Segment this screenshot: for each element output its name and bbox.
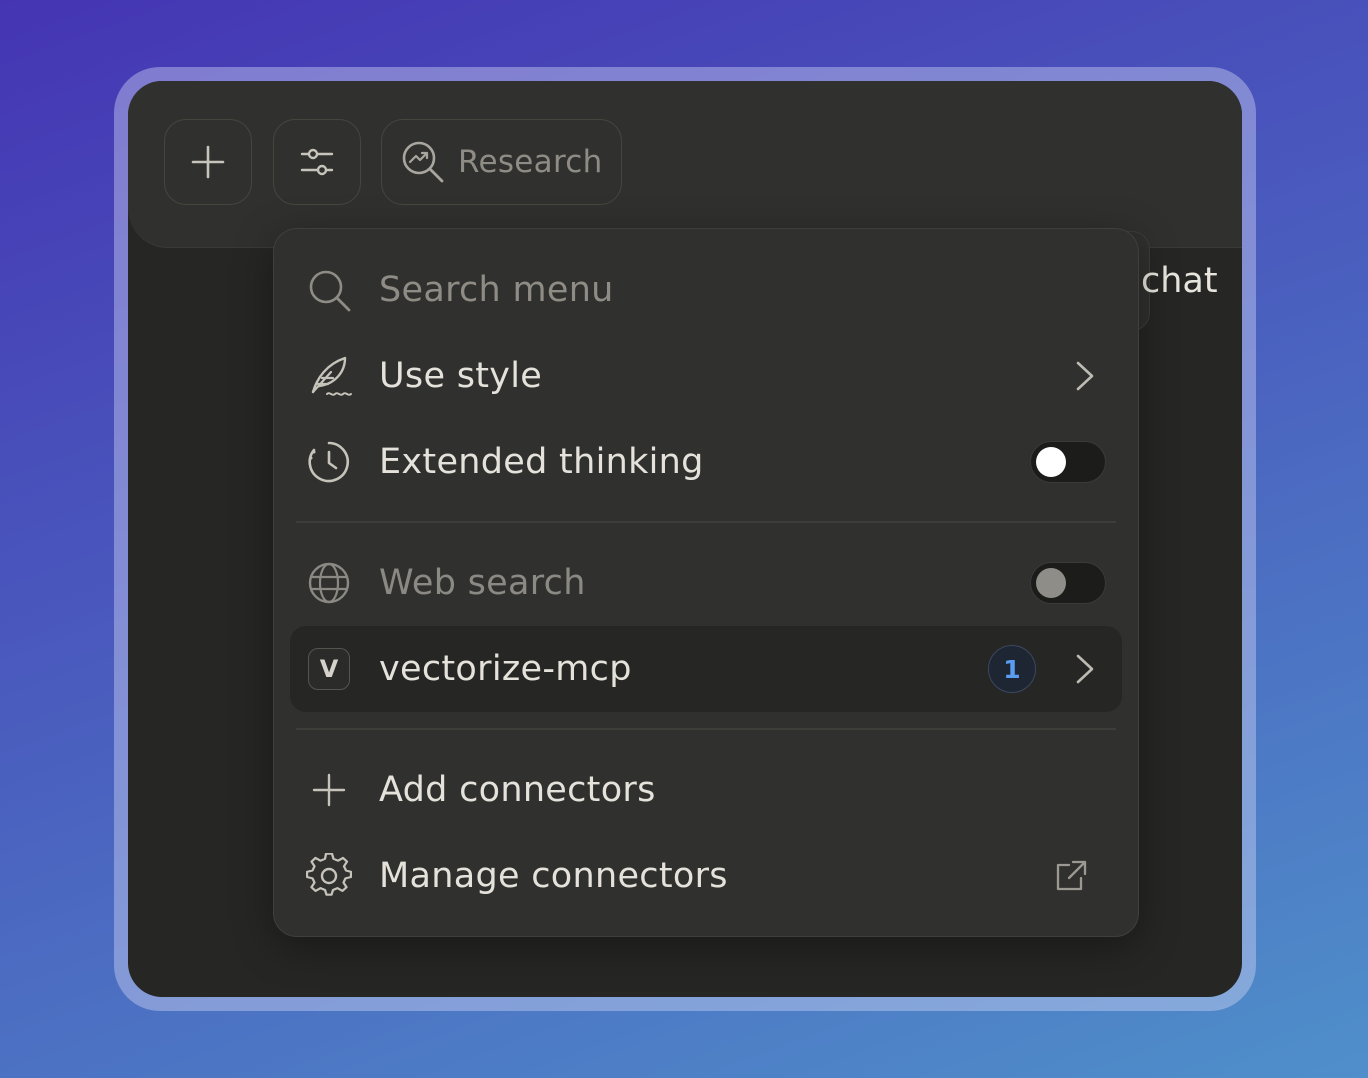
clock-icon [304, 437, 354, 487]
toggle-knob [1036, 447, 1066, 477]
research-label: Research [458, 144, 603, 180]
plus-icon [191, 145, 225, 179]
connector-letter: V [308, 648, 350, 690]
composer-toolbar: Research [128, 81, 1242, 248]
extended-thinking-toggle[interactable] [1030, 441, 1106, 483]
web-search-toggle[interactable] [1030, 562, 1106, 604]
external-link-icon [1056, 860, 1087, 891]
menu-item-vectorize-mcp[interactable]: V vectorize-mcp 1 [290, 626, 1122, 712]
tools-menu: Search menu Use style Extended thinking [273, 228, 1139, 937]
manage-connectors-label: Manage connectors [379, 856, 728, 896]
settings-button[interactable] [273, 119, 361, 205]
web-search-label: Web search [379, 563, 586, 603]
add-button[interactable] [164, 119, 252, 205]
search-input[interactable]: Search menu [379, 270, 614, 310]
globe-icon [304, 558, 354, 608]
menu-divider [296, 728, 1116, 730]
connector-label: vectorize-mcp [379, 649, 632, 689]
research-button[interactable]: Research [381, 119, 622, 205]
menu-divider [296, 521, 1116, 523]
gear-icon [304, 851, 354, 901]
plus-icon [304, 765, 354, 815]
extended-thinking-label: Extended thinking [379, 442, 704, 482]
menu-item-use-style[interactable]: Use style [290, 333, 1122, 419]
chevron-right-icon [1076, 361, 1094, 391]
research-search-icon [402, 141, 444, 183]
chevron-right-icon [1076, 654, 1094, 684]
menu-item-add-connectors[interactable]: Add connectors [290, 747, 1122, 833]
menu-item-manage-connectors[interactable]: Manage connectors [290, 833, 1122, 919]
chat-chip-label: chat [1141, 261, 1218, 301]
toggle-knob [1036, 568, 1066, 598]
feather-pen-icon [304, 351, 354, 401]
menu-item-extended-thinking[interactable]: Extended thinking [290, 419, 1122, 505]
connector-count-badge: 1 [988, 645, 1036, 693]
search-icon [304, 265, 354, 315]
use-style-label: Use style [379, 356, 543, 396]
add-connectors-label: Add connectors [379, 770, 656, 810]
menu-item-web-search[interactable]: Web search [290, 540, 1122, 626]
sliders-icon [300, 148, 334, 176]
connector-logo: V [304, 644, 354, 694]
menu-search-row[interactable]: Search menu [290, 247, 1122, 333]
